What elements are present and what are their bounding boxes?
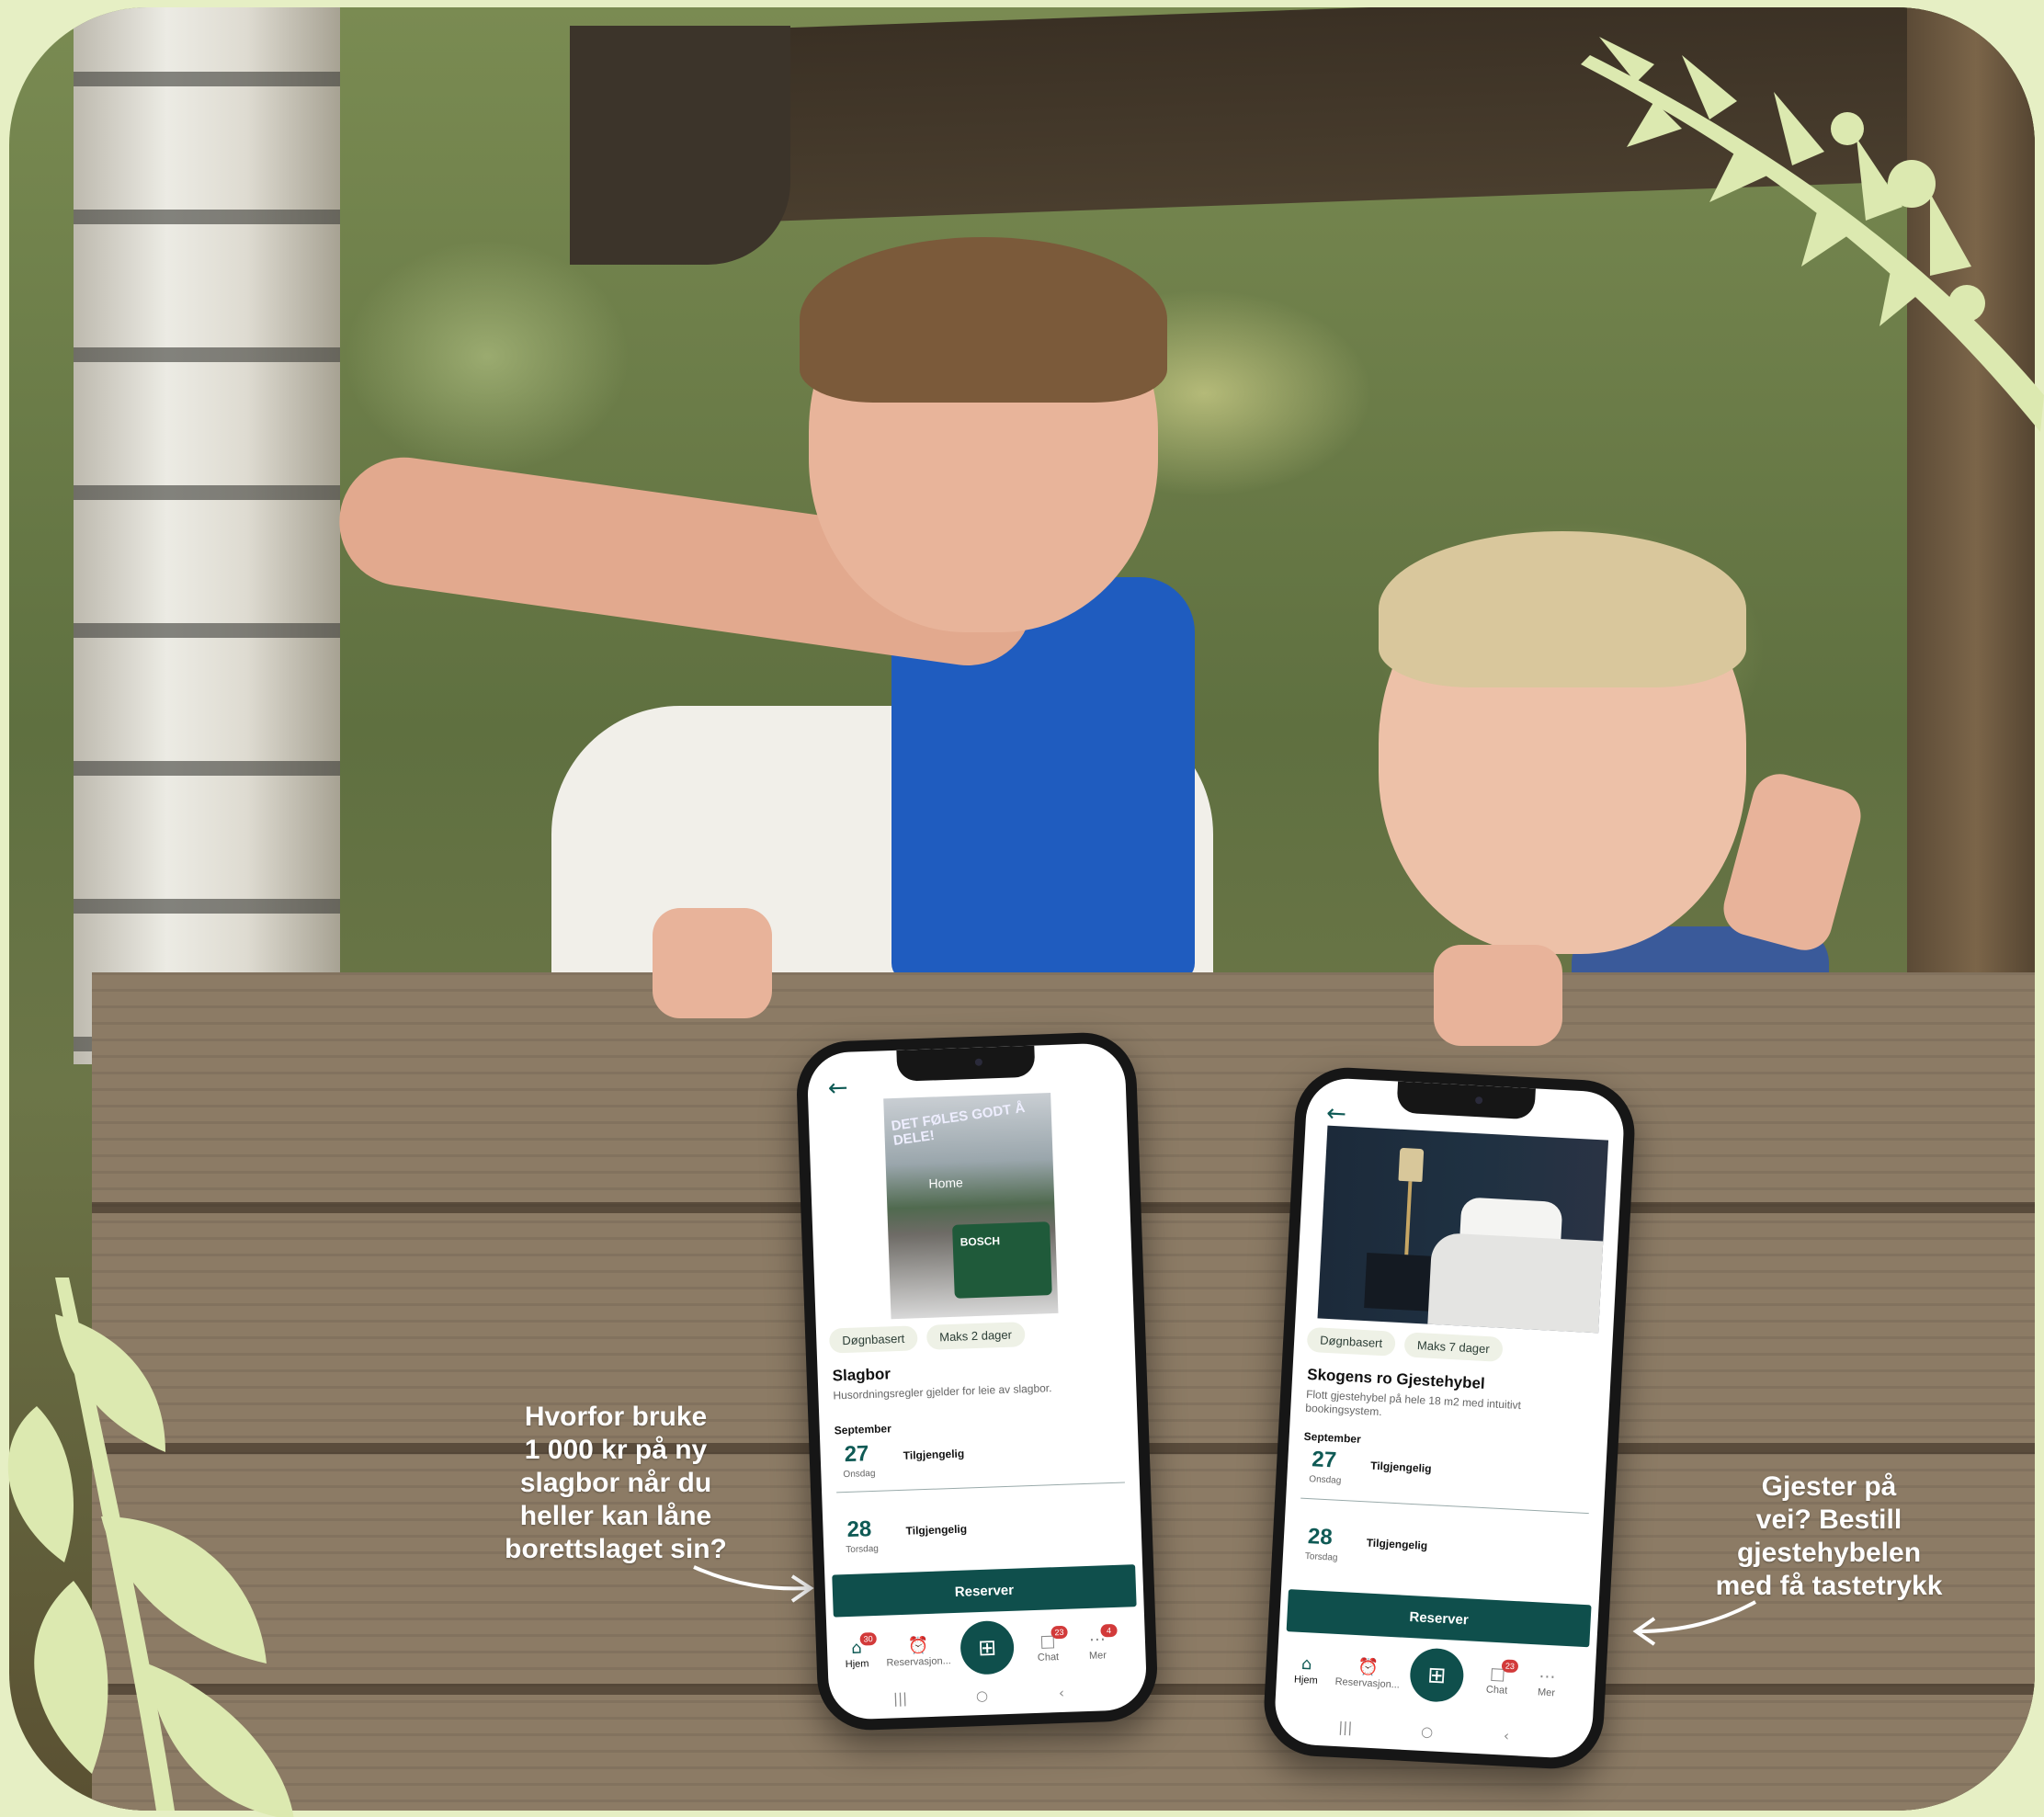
phone-screen: ← DET FØLES GODT Å DELE! Home BOSCH Døgn… xyxy=(806,1042,1148,1720)
image-slogan: DET FØLES GODT Å DELE! xyxy=(890,1099,1027,1149)
phone-gjestehybel: ← Døgnbasert Maks 7 dager Skogens ro Gje… xyxy=(1261,1064,1638,1772)
tab-label: Reservasjon... xyxy=(1334,1675,1401,1691)
day-number: 27 xyxy=(844,1441,869,1468)
day-name: Onsdag xyxy=(843,1468,876,1481)
day-number: 27 xyxy=(1311,1447,1337,1473)
tab-mer[interactable]: ⋯ Mer xyxy=(1518,1665,1575,1699)
recent-apps-icon[interactable]: ||| xyxy=(1338,1719,1353,1736)
leaf-branch-top-right-icon xyxy=(1581,37,2044,432)
case-brand: BOSCH xyxy=(960,1234,1001,1249)
day-number: 28 xyxy=(846,1516,872,1543)
back-chevron-icon[interactable]: ‹ xyxy=(1504,1728,1510,1744)
tab-label: Chat xyxy=(1485,1684,1508,1697)
callout-left-line: slagbor når du xyxy=(519,1468,712,1498)
callout-left-line: heller kan låne xyxy=(519,1501,712,1531)
image-home-sign: Home xyxy=(928,1175,964,1191)
day-name: Torsdag xyxy=(846,1543,880,1556)
roof-beam xyxy=(570,26,790,265)
item-image: DET FØLES GODT Å DELE! Home BOSCH xyxy=(883,1093,1059,1320)
phone-notch xyxy=(896,1045,1036,1082)
badge: 23 xyxy=(1050,1625,1068,1640)
callout-left-line: Hvorfor bruke xyxy=(524,1402,708,1432)
tab-label: Mer xyxy=(1088,1650,1107,1662)
back-arrow-icon[interactable]: ← xyxy=(1325,1100,1346,1129)
callout-right-line: Gjester på xyxy=(1761,1471,1897,1502)
tab-chat[interactable]: □ 23 Chat xyxy=(1020,1625,1076,1664)
callout-right-line: gjestehybelen xyxy=(1736,1538,1922,1568)
alarm-clock-icon: ⏰ xyxy=(907,1636,929,1656)
item-image xyxy=(1317,1125,1609,1334)
reserve-button[interactable]: Reserver xyxy=(832,1564,1137,1618)
tab-reservasjoner[interactable]: ⏰ Reservasjon... xyxy=(884,1635,953,1669)
phone-screen: ← Døgnbasert Maks 7 dager Skogens ro Gje… xyxy=(1273,1076,1626,1760)
back-arrow-icon[interactable]: ← xyxy=(827,1074,848,1103)
callout-left-line: 1 000 kr på ny xyxy=(524,1435,708,1465)
tab-mer[interactable]: ⋯ 4 Mer xyxy=(1070,1623,1126,1663)
day-status: Tilgjengelig xyxy=(903,1447,965,1462)
more-icon: ⋯ xyxy=(1538,1666,1556,1687)
bottom-tab-bar: ⌂ Hjem ⏰ Reservasjon... ⊞ □ 23 Chat ⋯ Me… xyxy=(1275,1641,1596,1731)
day-row[interactable]: 28 Torsdag Tilgjengelig xyxy=(1293,1523,1572,1593)
tab-label: Chat xyxy=(1037,1652,1060,1664)
arrow-right-icon xyxy=(693,1565,814,1603)
tag: Døgnbasert xyxy=(1306,1326,1396,1357)
callout-left: Hvorfor bruke 1 000 kr på ny slagbor når… xyxy=(478,1401,754,1566)
month-label: September xyxy=(834,1422,892,1437)
home-circle-icon[interactable]: ○ xyxy=(976,1687,989,1704)
day-status: Tilgjengelig xyxy=(905,1522,968,1538)
tab-label: Hjem xyxy=(845,1658,869,1671)
day-status: Tilgjengelig xyxy=(1369,1459,1432,1476)
drill-case: BOSCH xyxy=(952,1221,1052,1299)
leaf-branch-bottom-left-icon xyxy=(7,1278,294,1817)
tab-reservasjoner[interactable]: ⏰ Reservasjon... xyxy=(1334,1656,1403,1691)
item-description: Flott gjestehybel på hele 18 m2 med intu… xyxy=(1305,1387,1522,1419)
tab-label: Hjem xyxy=(1293,1674,1318,1686)
bed xyxy=(1426,1232,1609,1334)
recent-apps-icon[interactable]: ||| xyxy=(893,1690,908,1708)
tag: Maks 7 dager xyxy=(1403,1332,1504,1362)
tag: Døgnbasert xyxy=(828,1325,918,1354)
tab-hjem[interactable]: ⌂ 30 Hjem xyxy=(829,1631,885,1671)
child-hand-right xyxy=(1434,945,1562,1046)
tab-label: Reservasjon... xyxy=(886,1655,951,1669)
badge: 30 xyxy=(859,1631,877,1646)
child-hand-left xyxy=(653,908,772,1018)
birch-trunk xyxy=(74,7,340,1064)
tab-hjem[interactable]: ⌂ Hjem xyxy=(1278,1653,1335,1687)
tab-label: Mer xyxy=(1537,1686,1556,1699)
back-chevron-icon[interactable]: ‹ xyxy=(1059,1685,1065,1701)
badge: 23 xyxy=(1501,1659,1519,1674)
day-row[interactable]: 28 Torsdag Tilgjengelig xyxy=(834,1508,1111,1573)
day-name: Onsdag xyxy=(1309,1474,1342,1486)
month-label: September xyxy=(1303,1429,1362,1446)
tag-row: Døgnbasert Maks 2 dager xyxy=(828,1322,1026,1354)
lamp-shade xyxy=(1398,1147,1425,1183)
badge: 4 xyxy=(1100,1623,1118,1638)
home-icon: ⌂ xyxy=(1300,1653,1313,1675)
lamp-stem xyxy=(1404,1181,1413,1255)
day-number: 28 xyxy=(1307,1524,1334,1550)
tag-row: Døgnbasert Maks 7 dager xyxy=(1306,1326,1504,1362)
item-title: Slagbor xyxy=(832,1365,891,1385)
day-name: Torsdag xyxy=(1304,1550,1338,1563)
younger-child-hair xyxy=(1379,531,1746,687)
day-status: Tilgjengelig xyxy=(1366,1536,1428,1552)
callout-right-line: vei? Bestill xyxy=(1755,1505,1902,1535)
phone-notch xyxy=(1396,1081,1536,1120)
reserve-button[interactable]: Reserver xyxy=(1286,1589,1592,1648)
home-circle-icon[interactable]: ○ xyxy=(1421,1723,1434,1741)
older-child-hair xyxy=(800,237,1167,403)
tag: Maks 2 dager xyxy=(925,1322,1026,1350)
tab-chat[interactable]: □ 23 Chat xyxy=(1469,1659,1526,1698)
add-button[interactable]: ⊞ xyxy=(1408,1647,1465,1704)
callout-right: Gjester på vei? Bestill gjestehybelen me… xyxy=(1691,1471,1967,1603)
add-button[interactable]: ⊞ xyxy=(960,1619,1016,1675)
phone-slagbor: ← DET FØLES GODT Å DELE! Home BOSCH Døgn… xyxy=(795,1030,1159,1732)
arrow-left-icon xyxy=(1632,1600,1756,1646)
